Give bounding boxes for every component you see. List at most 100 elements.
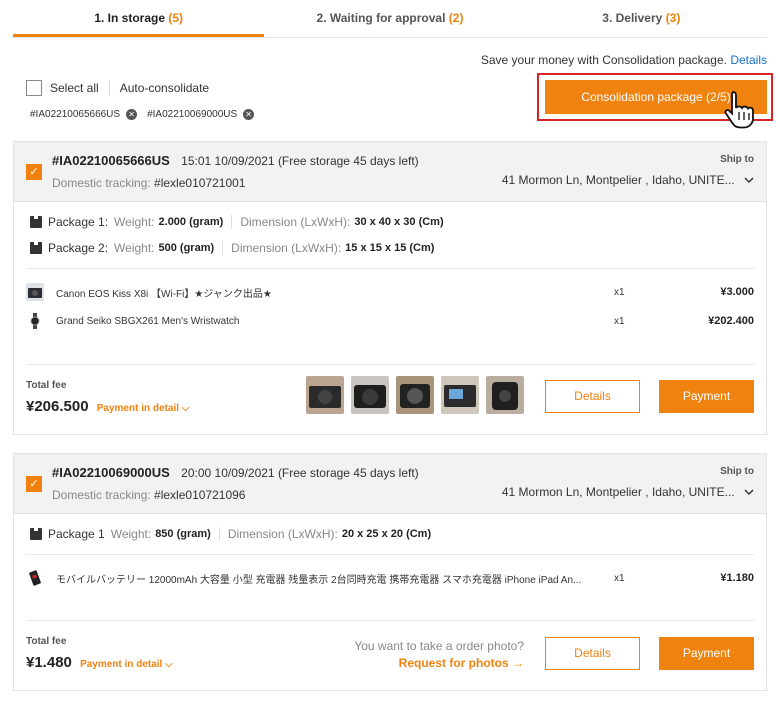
total-fee-value: ¥1.480 xyxy=(26,654,72,671)
battery-thumbnail xyxy=(26,569,44,587)
weight-value: 500 (gram) xyxy=(158,242,215,254)
weight-label: Weight: xyxy=(114,241,155,255)
item-quantity: x1 xyxy=(614,572,625,584)
divider xyxy=(108,80,110,96)
status-tabs: 1. In storage (5) 2. Waiting for approva… xyxy=(13,0,767,38)
order-checkbox[interactable]: ✓ xyxy=(26,476,42,492)
address-text: 41 Mormon Ln, Montpelier , Idaho, UNITE.… xyxy=(501,485,735,499)
selected-orders: #IA02210065666US ✕ #IA02210069000US ✕ xyxy=(30,109,255,120)
item-quantity: x1 xyxy=(614,315,625,327)
promo-text: Save your money with Consolidation packa… xyxy=(480,53,727,67)
payment-button[interactable]: Payment xyxy=(659,637,754,670)
divider xyxy=(26,620,754,621)
item-photo[interactable] xyxy=(306,376,344,414)
request-photos-link[interactable]: Request for photos → xyxy=(399,656,524,670)
select-all-label[interactable]: Select all xyxy=(50,81,99,95)
list-item[interactable]: Grand Seiko SBGX261 Men's Wristwatch x1 … xyxy=(26,310,754,332)
package-icon xyxy=(30,216,42,228)
arrow-right-icon: → xyxy=(512,656,524,670)
item-name: モバイルバッテリー 12000mAh 大容量 小型 充電器 残量表示 2台同時充… xyxy=(56,574,582,586)
dimension-value: 15 x 15 x 15 (Cm) xyxy=(345,242,435,254)
ship-to-address[interactable]: 41 Mormon Ln, Montpelier , Idaho, UNITE.… xyxy=(502,173,754,187)
payment-in-detail-label: Payment in detail xyxy=(80,659,163,670)
order-datetime: 15:01 10/09/2021 xyxy=(181,154,275,168)
divider xyxy=(231,215,233,229)
tab-count: (5) xyxy=(168,11,184,25)
total-fee: ¥206.500 Payment in detail ⌵ xyxy=(26,398,189,415)
chevron-down-icon xyxy=(744,177,754,184)
package-row: Package 1 Weight: 850 (gram) Dimension (… xyxy=(30,527,431,541)
divider xyxy=(26,554,754,555)
package-label: Package 1 xyxy=(48,527,105,541)
dimension-label: Dimension (LxWxH): xyxy=(227,527,338,541)
chevron-down-icon xyxy=(744,489,754,496)
weight-value: 2.000 (gram) xyxy=(158,216,224,228)
order-id: #IA02210065666US xyxy=(52,153,170,168)
selected-order-chip: #IA02210065666US ✕ xyxy=(30,109,138,120)
divider xyxy=(222,241,224,255)
tab-label: 2. Waiting for approval xyxy=(316,11,446,25)
weight-label: Weight: xyxy=(114,215,155,229)
tracking-number: #lexle010721096 xyxy=(154,488,246,502)
item-photo[interactable] xyxy=(351,376,389,414)
ship-to-address[interactable]: 41 Mormon Ln, Montpelier , Idaho, UNITE.… xyxy=(502,485,754,499)
tab-in-storage[interactable]: 1. In storage (5) xyxy=(13,0,265,37)
order-checkbox[interactable]: ✓ xyxy=(26,164,42,180)
order-id: #IA02210069000US xyxy=(52,465,170,480)
dimension-value: 30 x 40 x 30 (Cm) xyxy=(354,216,444,228)
address-text: 41 Mormon Ln, Montpelier , Idaho, UNITE.… xyxy=(501,173,735,187)
payment-in-detail-link[interactable]: Payment in detail ⌵ xyxy=(97,403,190,414)
payment-button[interactable]: Payment xyxy=(659,380,754,413)
divider xyxy=(26,268,754,269)
item-photo[interactable] xyxy=(441,376,479,414)
item-price: ¥1.180 xyxy=(720,572,754,584)
order-datetime: 20:00 10/09/2021 xyxy=(181,466,275,480)
tab-delivery[interactable]: 3. Delivery (3) xyxy=(516,0,767,37)
details-button[interactable]: Details xyxy=(545,637,640,670)
tab-waiting-for-approval[interactable]: 2. Waiting for approval (2) xyxy=(264,0,515,37)
selection-toolbar: Select all Auto-consolidate xyxy=(26,80,209,96)
photo-question: You want to take a order photo? xyxy=(354,639,524,653)
ship-to-label: Ship to xyxy=(720,154,754,165)
total-fee-value: ¥206.500 xyxy=(26,398,89,415)
total-fee-label: Total fee xyxy=(26,380,67,391)
tab-count: (3) xyxy=(665,11,681,25)
package-row: Package 2: Weight: 500 (gram) Dimension … xyxy=(30,241,434,255)
request-photos-label: Request for photos xyxy=(398,656,509,670)
remove-chip-icon[interactable]: ✕ xyxy=(126,109,138,120)
list-item[interactable]: Canon EOS Kiss X8i 【Wi-Fi】★ジャンク出品★ x1 ¥3… xyxy=(26,281,754,303)
item-quantity: x1 xyxy=(614,286,625,298)
domestic-tracking: Domestic tracking: #lexle010721001 xyxy=(52,176,245,190)
divider xyxy=(26,364,754,365)
tab-count: (2) xyxy=(448,11,464,25)
package-label: Package 1: xyxy=(48,215,109,229)
storage-note: (Free storage 45 days left) xyxy=(277,466,419,480)
select-all-checkbox[interactable] xyxy=(26,80,42,96)
tab-label: 3. Delivery xyxy=(602,11,663,25)
auto-consolidate-link[interactable]: Auto-consolidate xyxy=(120,81,209,95)
item-photo[interactable] xyxy=(486,376,524,414)
selected-order-chip: #IA02210069000US ✕ xyxy=(147,109,255,120)
details-button[interactable]: Details xyxy=(545,380,640,413)
remove-chip-icon[interactable]: ✕ xyxy=(243,109,255,120)
chip-label: #IA02210065666US xyxy=(30,109,121,120)
tab-label: 1. In storage xyxy=(94,11,165,25)
payment-in-detail-label: Payment in detail xyxy=(96,403,179,414)
order-title: #IA02210069000US 20:00 10/09/2021 (Free … xyxy=(52,465,419,480)
chip-label: #IA02210069000US xyxy=(147,109,238,120)
storage-note: (Free storage 45 days left) xyxy=(277,154,419,168)
promo-details-link[interactable]: Details xyxy=(730,53,767,67)
hand-cursor-icon xyxy=(724,91,754,129)
payment-in-detail-link[interactable]: Payment in detail ⌵ xyxy=(80,659,173,670)
weight-label: Weight: xyxy=(110,527,152,541)
weight-value: 850 (gram) xyxy=(155,528,211,540)
domestic-tracking: Domestic tracking: #lexle010721096 xyxy=(52,488,245,502)
divider xyxy=(218,527,220,541)
item-photo[interactable] xyxy=(396,376,434,414)
dimension-value: 20 x 25 x 20 (Cm) xyxy=(341,528,432,540)
order-card-header: ✓ #IA02210065666US 15:01 10/09/2021 (Fre… xyxy=(14,142,766,202)
order-card: ✓ #IA02210069000US 20:00 10/09/2021 (Fre… xyxy=(13,453,767,691)
package-icon xyxy=(30,528,42,540)
order-card: ✓ #IA02210065666US 15:01 10/09/2021 (Fre… xyxy=(13,141,767,435)
list-item[interactable]: モバイルバッテリー 12000mAh 大容量 小型 充電器 残量表示 2台同時充… xyxy=(26,567,754,589)
